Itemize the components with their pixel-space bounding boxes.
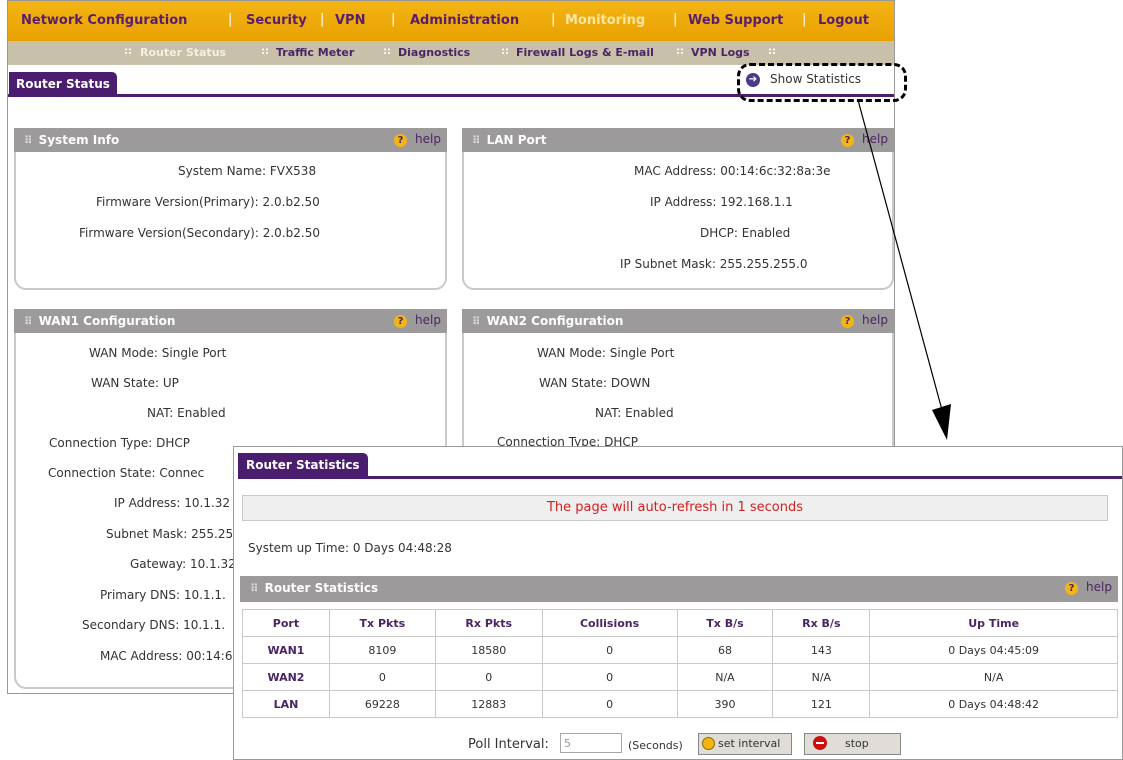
table-cell: N/A — [869, 663, 1118, 691]
table-cell: 69228 — [328, 690, 436, 718]
table-cell: N/A — [676, 663, 774, 691]
table-row: WAN2 0 0 0 N/A N/A N/A — [242, 663, 1118, 691]
set-interval-label: set interval — [718, 737, 781, 750]
table-cell: 0 — [434, 663, 543, 691]
table-cell: 18580 — [434, 636, 543, 664]
table-cell: 0 Days 04:48:42 — [869, 690, 1118, 718]
table-cell: 8109 — [328, 636, 436, 664]
table-row: LAN 69228 12883 0 390 121 0 Days 04:48:4… — [242, 690, 1118, 718]
column-header: Up Time — [869, 609, 1118, 637]
drag-grip-icon: ⠿ — [250, 582, 259, 595]
table-header-row: Port Tx Pkts Rx Pkts Collisions Tx B/s R… — [242, 609, 1118, 637]
table-cell: 143 — [772, 636, 871, 664]
panel-title: Router Statistics — [264, 581, 379, 595]
table-cell: N/A — [772, 663, 871, 691]
help-label: help — [1086, 580, 1112, 594]
table-cell: 0 — [541, 663, 678, 691]
help-icon: ? — [1065, 582, 1079, 595]
table-cell: WAN1 — [242, 636, 330, 664]
table-cell: 0 — [541, 690, 678, 718]
system-uptime: System up Time: 0 Days 04:48:28 — [248, 541, 452, 555]
auto-refresh-message: The page will auto-refresh in 1 seconds — [242, 495, 1108, 521]
poll-interval-label: Poll Interval: — [468, 737, 549, 752]
column-header: Rx Pkts — [434, 609, 543, 637]
clock-icon — [702, 736, 715, 750]
table-cell: 0 — [328, 663, 436, 691]
callout-arrow-line — [857, 99, 943, 411]
table-cell: 68 — [676, 636, 774, 664]
table-cell: 12883 — [434, 690, 543, 718]
callout-arrowhead — [932, 404, 951, 440]
table-cell: 0 Days 04:45:09 — [869, 636, 1118, 664]
statistics-table: Port Tx Pkts Rx Pkts Collisions Tx B/s R… — [242, 609, 1118, 718]
column-header: Port — [242, 609, 330, 637]
help-link[interactable]: ? help — [1065, 580, 1112, 595]
table-cell: LAN — [242, 690, 330, 718]
seconds-label: (Seconds) — [628, 739, 683, 752]
table-row: WAN1 8109 18580 0 68 143 0 Days 04:45:09 — [242, 636, 1118, 664]
table-cell: WAN2 — [242, 663, 330, 691]
stop-icon — [813, 736, 827, 750]
table-cell: 0 — [541, 636, 678, 664]
column-header: Tx Pkts — [328, 609, 436, 637]
stop-button[interactable]: stop — [804, 733, 901, 755]
table-cell: 121 — [772, 690, 871, 718]
router-statistics-window: Router Statistics The page will auto-ref… — [233, 446, 1123, 760]
column-header: Tx B/s — [676, 609, 774, 637]
stop-label: stop — [845, 737, 869, 750]
poll-interval-input[interactable] — [560, 733, 622, 753]
column-header: Rx B/s — [772, 609, 871, 637]
tab-router-statistics[interactable]: Router Statistics — [238, 453, 368, 477]
set-interval-button[interactable]: set interval — [698, 733, 792, 755]
tab-underline — [238, 476, 1122, 479]
router-statistics-header: ⠿ Router Statistics ? help — [240, 576, 1118, 602]
table-cell: 390 — [676, 690, 774, 718]
column-header: Collisions — [541, 609, 678, 637]
